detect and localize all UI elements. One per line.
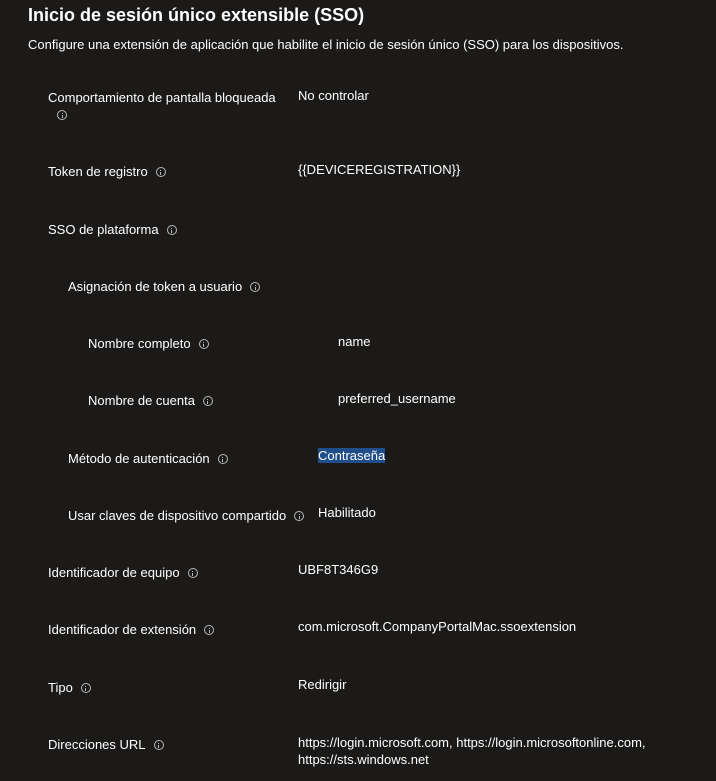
setting-label-team-identifier: Identificador de equipo: [48, 565, 198, 580]
info-icon[interactable]: [250, 281, 261, 292]
setting-label-lock-screen-behavior: Comportamiento de pantalla bloqueada: [48, 90, 276, 105]
setting-label-text: Usar claves de dispositivo compartido: [68, 508, 287, 523]
setting-label-text: Asignación de token a usuario: [68, 279, 243, 294]
page-title: Inicio de sesión único extensible (SSO): [28, 5, 365, 25]
info-icon[interactable]: [57, 110, 67, 120]
setting-label-text: Tipo: [48, 680, 73, 695]
setting-label-shared-device-keys: Usar claves de dispositivo compartido: [68, 508, 305, 523]
setting-value-authentication-method[interactable]: Contraseña: [318, 448, 386, 463]
info-icon[interactable]: [294, 510, 305, 521]
setting-value-type: Redirigir: [298, 677, 347, 692]
setting-label-text: Identificador de extensión: [48, 622, 197, 637]
setting-label-text: Token de registro: [48, 164, 148, 179]
setting-label-urls: Direcciones URL: [48, 737, 164, 752]
info-icon[interactable]: [153, 739, 164, 750]
setting-label-text: Nombre de cuenta: [88, 393, 195, 408]
setting-value-team-identifier: UBF8T346G9: [298, 562, 379, 577]
setting-label-authentication-method: Método de autenticación: [68, 451, 228, 466]
info-icon[interactable]: [217, 453, 228, 464]
setting-label-extension-identifier: Identificador de extensión: [48, 622, 215, 637]
setting-value-urls: https://login.microsoft.com, https://log…: [298, 735, 646, 767]
setting-label-text: SSO de plataforma: [48, 222, 159, 237]
setting-value-account-name: preferred_username: [338, 391, 456, 406]
info-icon[interactable]: [202, 395, 213, 406]
info-icon[interactable]: [166, 224, 177, 235]
setting-label-token-to-user-mapping: Asignación de token a usuario: [68, 279, 261, 294]
setting-label-platform-sso: SSO de plataforma: [48, 222, 177, 237]
setting-label-text: Identificador de equipo: [48, 565, 180, 580]
setting-label-text: Método de autenticación: [68, 451, 210, 466]
info-icon[interactable]: [204, 624, 215, 635]
setting-value-extension-identifier: com.microsoft.CompanyPortalMac.ssoextens…: [298, 619, 577, 634]
setting-label-text: Comportamiento de pantalla bloqueada: [48, 90, 276, 105]
setting-label-registration-token: Token de registro: [48, 164, 166, 179]
setting-value-full-name: name: [338, 334, 371, 349]
setting-label-text: Nombre completo: [88, 336, 191, 351]
page-description: Configure una extensión de aplicación qu…: [28, 37, 624, 52]
setting-label-account-name: Nombre de cuenta: [88, 393, 213, 408]
setting-label-type: Tipo: [48, 680, 91, 695]
setting-label-text: Direcciones URL: [48, 737, 146, 752]
setting-value-registration-token: {{DEVICEREGISTRATION}}: [298, 162, 461, 177]
setting-value-lock-screen-behavior: No controlar: [298, 88, 369, 103]
info-icon[interactable]: [80, 682, 91, 693]
info-icon[interactable]: [187, 567, 198, 578]
setting-value-shared-device-keys: Habilitado: [318, 505, 376, 520]
info-icon[interactable]: [155, 166, 166, 177]
selected-text[interactable]: Contraseña: [318, 448, 386, 463]
info-icon[interactable]: [198, 338, 209, 349]
setting-label-full-name: Nombre completo: [88, 336, 209, 351]
